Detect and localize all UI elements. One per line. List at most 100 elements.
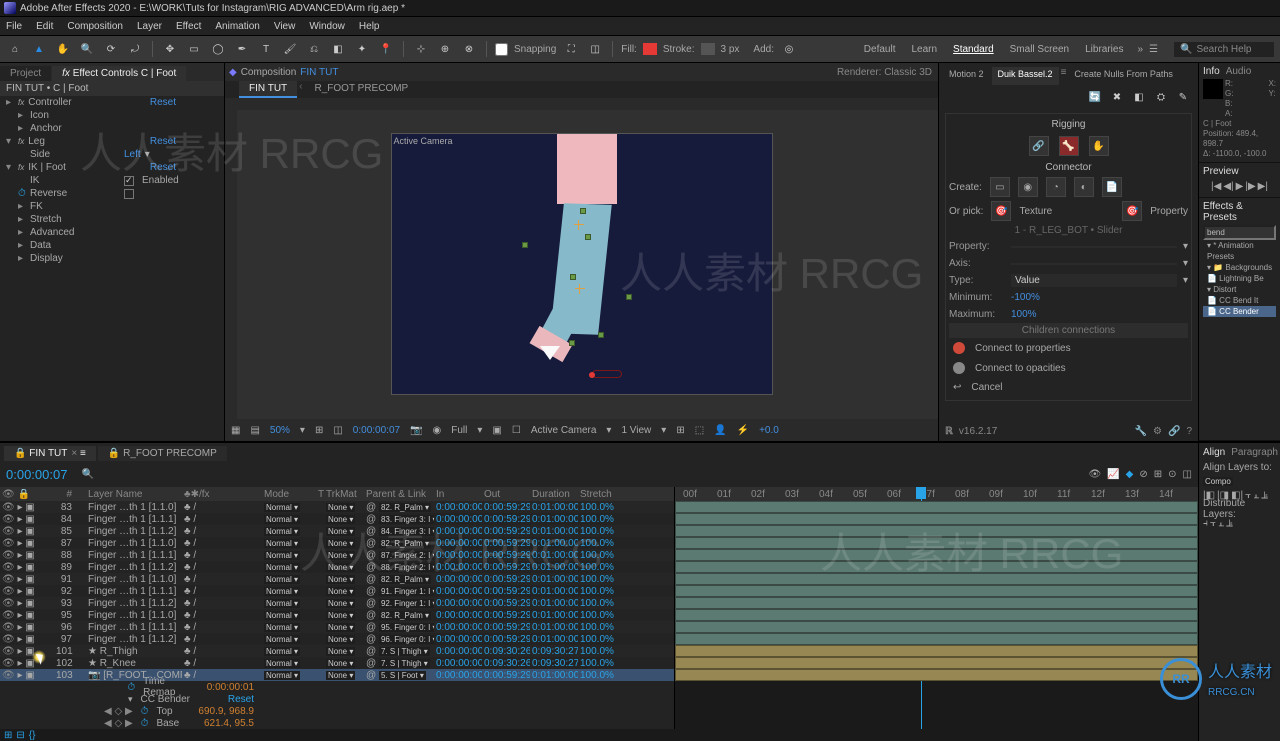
grid-icon[interactable]: ⊞	[676, 425, 684, 436]
comp-name[interactable]: FIN TUT	[300, 67, 338, 78]
bone-icon[interactable]: 🦴	[1059, 136, 1079, 156]
motion-blur-icon[interactable]: ⊘	[1139, 469, 1147, 480]
col-name[interactable]: Layer Name	[86, 489, 182, 500]
renderer-value[interactable]: Classic 3D	[884, 67, 932, 78]
layer-row[interactable]: 👁 ▸ ▣101★ R_Thigh♣ /Normal ▾None ▾@ 7. S…	[0, 645, 674, 657]
frame-blend-icon[interactable]: ⊞	[1154, 469, 1162, 480]
toggle-modes-icon[interactable]: ⊟	[16, 730, 24, 741]
layer-row[interactable]: 👁 ▸ ▣95Finger …th 1 [1.1.0]♣ /Normal ▾No…	[0, 609, 674, 621]
home-icon[interactable]: ⌂	[6, 40, 24, 58]
view-axis-icon[interactable]: ⊗	[460, 40, 478, 58]
zoom-value[interactable]: 50%	[270, 425, 290, 436]
pick-prop-icon[interactable]: 🎯	[1122, 201, 1142, 221]
col-out[interactable]: Out	[482, 489, 530, 500]
duik-tool1-icon[interactable]: ✖	[1108, 88, 1126, 106]
puppet-tool-icon[interactable]: 📍	[377, 40, 395, 58]
effect-property[interactable]: ▸Advanced	[0, 226, 224, 239]
effect-property[interactable]: IKEnabled	[0, 174, 224, 187]
property-row[interactable]: ⏱ Time Remap0:00:00:01	[0, 681, 674, 693]
duik-tool2-icon[interactable]: ◧	[1130, 88, 1148, 106]
duik-gear-icon[interactable]: ⚙	[1153, 426, 1162, 437]
effects-search-input[interactable]	[1203, 225, 1276, 240]
link-icon[interactable]: 🔗	[1029, 136, 1049, 156]
toggle-pane-icon[interactable]: {}	[29, 730, 36, 741]
toggle-switches-icon[interactable]: ⊞	[4, 730, 12, 741]
paragraph-tab[interactable]: Paragraph	[1231, 447, 1278, 460]
dist-v-icon[interactable]: ⫟	[1210, 518, 1216, 529]
col-t[interactable]: T	[316, 489, 324, 500]
anchor-point-icon[interactable]	[575, 284, 585, 294]
snapping-checkbox[interactable]	[495, 43, 508, 56]
switches-icon[interactable]: ◫	[1183, 469, 1192, 480]
property-row[interactable]: ◀ ◇ ▶ ⏱ Top690.9, 968.9	[0, 705, 674, 717]
connect-properties-button[interactable]: Connect to properties	[949, 338, 1188, 358]
brush-tool-icon[interactable]: 🖌	[281, 40, 299, 58]
layer-row[interactable]: 👁 ▸ ▣84Finger …th 1 [1.1.1]♣ /Normal ▾No…	[0, 513, 674, 525]
create-layer-icon[interactable]: 📄	[1102, 177, 1122, 197]
effect-controls-tab[interactable]: fx Effect Controls C | Foot	[52, 66, 186, 81]
min-field[interactable]: -100%	[1011, 292, 1040, 303]
stamp-tool-icon[interactable]: ⎌	[305, 40, 323, 58]
create-spatial-icon[interactable]: ◐	[1074, 177, 1094, 197]
ruler-icon[interactable]: ⊞	[315, 425, 323, 436]
duik-help-icon[interactable]: ?	[1186, 426, 1192, 437]
dist-h-icon[interactable]: ⫞	[1203, 518, 1208, 529]
create-angle-icon[interactable]: ◔	[1046, 177, 1066, 197]
roto-tool-icon[interactable]: ✦	[353, 40, 371, 58]
menu-file[interactable]: File	[6, 21, 22, 32]
alpha-icon[interactable]: ▦	[231, 425, 240, 436]
timeline-tab-footprecomp[interactable]: 🔒 R_FOOT PRECOMP	[98, 446, 227, 461]
workspace-default[interactable]: Default	[864, 44, 896, 55]
resolution-icon[interactable]: ▤	[250, 425, 259, 436]
effect-property[interactable]: SideLeft▾	[0, 148, 224, 161]
workspace-standard[interactable]: Standard	[953, 44, 994, 55]
layer-row[interactable]: 👁 ▸ ▣97Finger …th 1 [1.1.2]♣ /Normal ▾No…	[0, 633, 674, 645]
property-row[interactable]: ◀ ◇ ▶ ⏱ Base621.4, 95.5	[0, 717, 674, 729]
first-frame-icon[interactable]: |◀	[1211, 181, 1221, 192]
bone-handle[interactable]	[598, 332, 604, 338]
text-tool-icon[interactable]: T	[257, 40, 275, 58]
menu-view[interactable]: View	[274, 21, 296, 32]
col-parent[interactable]: Parent & Link	[364, 489, 434, 500]
canvas[interactable]: Active Camera	[392, 134, 772, 394]
dist-left-icon[interactable]: ⫠	[1218, 518, 1224, 529]
property-row[interactable]: ▾ CC BenderReset	[0, 693, 674, 705]
preset-item[interactable]: 📄 CC Bender	[1203, 306, 1276, 317]
snapshot-icon[interactable]: 📷	[410, 425, 422, 436]
create-slider-icon[interactable]: ▭	[990, 177, 1010, 197]
preset-item[interactable]: 📄 CC Bend It	[1203, 295, 1276, 306]
time-value[interactable]: 0:00:00:07	[353, 425, 400, 436]
menu-help[interactable]: Help	[359, 21, 380, 32]
comp-tab-footprecomp[interactable]: R_FOOT PRECOMP	[305, 81, 419, 98]
preset-folder[interactable]: ▾ Distort	[1203, 284, 1276, 295]
workspace-chevron-icon[interactable]: »	[1137, 44, 1143, 55]
play-icon[interactable]: ▶	[1236, 181, 1244, 192]
effect-property[interactable]: ▸Stretch	[0, 213, 224, 226]
anchor-tool-icon[interactable]: ✥	[161, 40, 179, 58]
camera-dropdown[interactable]: Active Camera	[531, 425, 597, 436]
orbit-tool-icon[interactable]: ⟳	[102, 40, 120, 58]
layer-row[interactable]: 👁 ▸ ▣93Finger …th 1 [1.1.2]♣ /Normal ▾No…	[0, 597, 674, 609]
effect-property[interactable]: ▾fxIK | FootReset	[0, 161, 224, 174]
preset-folder[interactable]: ▾ * Animation Presets	[1203, 240, 1276, 262]
slider-controller[interactable]	[592, 370, 622, 378]
tab-duik[interactable]: Duik Bassel.2	[992, 67, 1059, 85]
dist-right-icon[interactable]: ⫡	[1226, 518, 1233, 529]
search-help[interactable]: 🔍 Search Help	[1174, 42, 1274, 57]
axis-field[interactable]	[1011, 263, 1177, 265]
anchor-point-icon[interactable]	[574, 220, 584, 230]
effect-property[interactable]: ⏱Reverse	[0, 187, 224, 200]
property-field[interactable]	[1011, 246, 1177, 248]
type-field[interactable]: Value	[1011, 274, 1177, 287]
preset-item[interactable]: 📄 Lightning Be	[1203, 273, 1276, 284]
region-icon[interactable]: ▣	[492, 425, 501, 436]
create-2d-icon[interactable]: ◉	[1018, 177, 1038, 197]
hand-tool-icon[interactable]: ✋	[54, 40, 72, 58]
workspace-overflow-icon[interactable]: ☰	[1149, 44, 1158, 55]
mask-icon[interactable]: ◫	[333, 425, 342, 436]
menu-window[interactable]: Window	[309, 21, 345, 32]
snap-edge-icon[interactable]: ⛶	[562, 40, 580, 58]
bone-handle[interactable]	[570, 274, 576, 280]
3d-icon[interactable]: ⬚	[695, 425, 704, 436]
cancel-button[interactable]: ↩Cancel	[949, 378, 1188, 397]
